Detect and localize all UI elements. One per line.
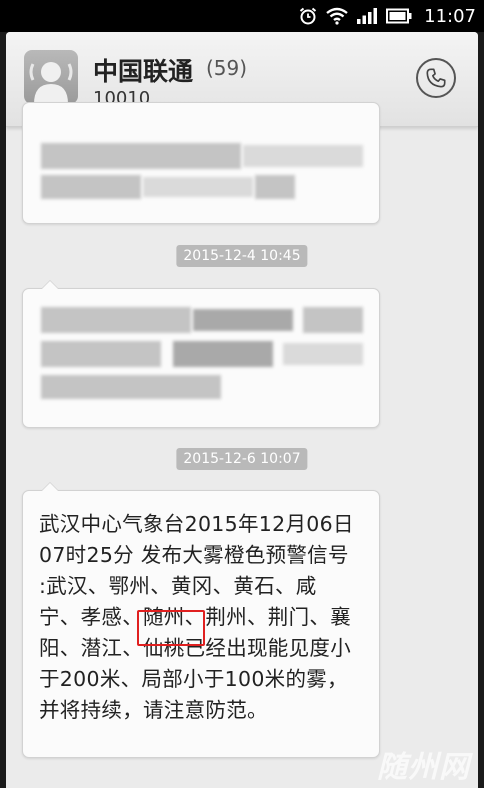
obscured-text	[143, 177, 253, 197]
message-line: 07时25分 发布大雾橙色预警信号	[39, 543, 349, 567]
wifi-icon	[326, 7, 348, 25]
obscured-text	[41, 307, 191, 333]
message-line: 阳、潜江、仙桃已经出现能见度小	[39, 636, 351, 660]
message-bubble-2[interactable]	[22, 280, 380, 428]
bubble-tail	[41, 280, 59, 289]
message-line: :武汉、鄂州、黄冈、黄石、咸	[39, 574, 317, 598]
timestamp-1: 2015-12-4 10:45	[176, 245, 308, 267]
timestamp-2: 2015-12-6 10:07	[176, 448, 308, 470]
obscured-text	[41, 375, 221, 399]
obscured-text	[255, 175, 295, 199]
avatar-icon[interactable]	[24, 50, 78, 104]
signal-icon	[356, 7, 378, 25]
obscured-text	[193, 309, 293, 331]
message-bubble-3[interactable]: 武汉中心气象台2015年12月06日 07时25分 发布大雾橙色预警信号 :武汉…	[22, 482, 380, 758]
obscured-text	[41, 341, 161, 367]
message-count: (59)	[206, 56, 248, 80]
watermark-logo: 随州网	[377, 750, 470, 785]
message-line: 于200米、局部小于100米的雾，	[39, 667, 348, 691]
alarm-icon	[298, 6, 318, 26]
bubble-tail	[41, 482, 59, 491]
message-line: 并将持续，请注意防范。	[39, 698, 268, 722]
message-text: 武汉中心气象台2015年12月06日 07时25分 发布大雾橙色预警信号 :武汉…	[39, 509, 357, 726]
status-time: 11:07	[424, 5, 476, 27]
phone-icon	[426, 68, 446, 88]
obscured-text	[41, 175, 141, 199]
battery-icon	[386, 8, 412, 24]
contact-name: 中国联通	[93, 57, 194, 86]
obscured-text	[243, 145, 363, 167]
obscured-text	[41, 143, 241, 169]
obscured-text	[303, 307, 363, 333]
message-bubble-1[interactable]	[22, 102, 380, 224]
call-button[interactable]	[416, 58, 456, 98]
sms-conversation: 中国联通 (59) 10010 2015-12-4 10:45 2015-12-…	[6, 32, 478, 788]
status-bar: 11:07	[0, 0, 484, 32]
obscured-text	[173, 341, 273, 367]
message-line: 宁、孝感、随州、荆州、荆门、襄	[39, 605, 351, 629]
obscured-text	[283, 343, 363, 365]
message-line: 武汉中心气象台2015年12月06日	[39, 512, 354, 536]
status-icons: 11:07	[298, 4, 476, 28]
